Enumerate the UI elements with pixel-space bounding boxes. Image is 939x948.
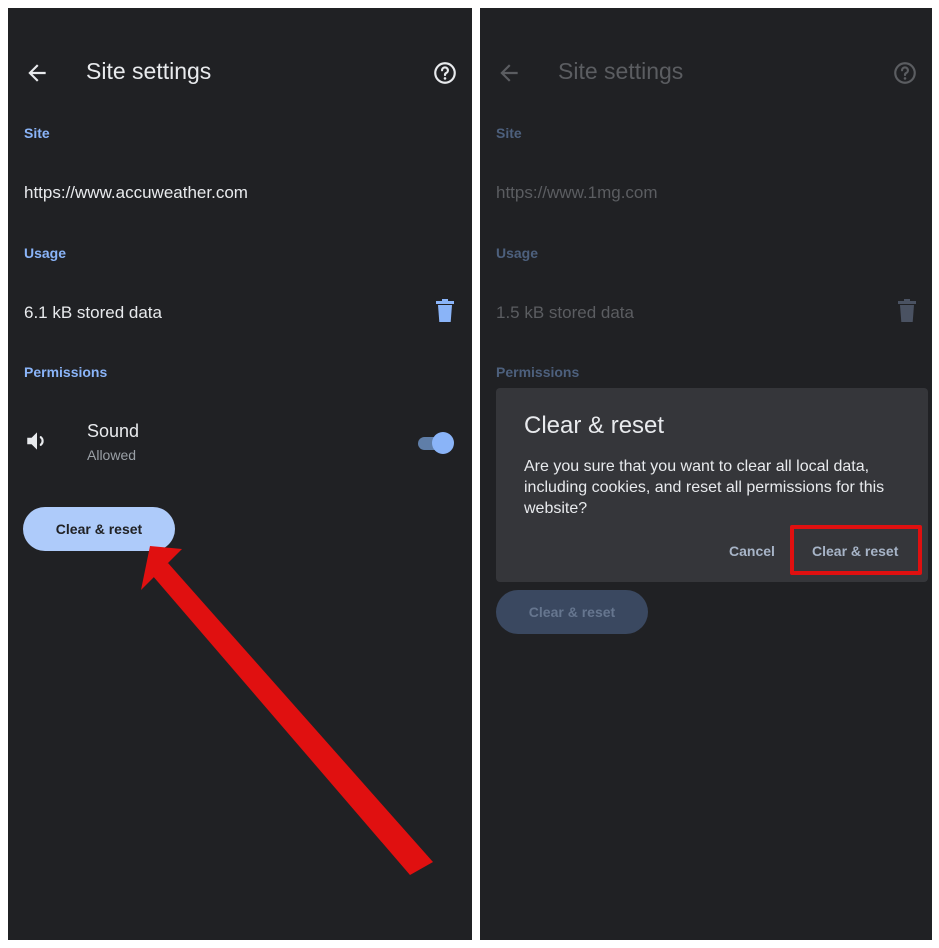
dialog-title: Clear & reset — [524, 412, 665, 439]
page-title: Site settings — [558, 58, 684, 84]
sound-toggle[interactable] — [416, 432, 454, 454]
permissions-section-label: Permissions — [496, 364, 580, 380]
toggle-thumb — [432, 432, 454, 454]
page-title: Site settings — [86, 58, 212, 84]
back-arrow-icon[interactable] — [496, 60, 522, 86]
trash-icon[interactable] — [897, 299, 917, 323]
speaker-icon — [27, 432, 44, 450]
sound-permission-title: Sound — [87, 421, 140, 441]
help-circle-icon[interactable] — [892, 60, 918, 86]
app-bar: Site settings — [8, 48, 472, 98]
usage-section-label: Usage — [24, 245, 67, 261]
sound-permission-status: Allowed — [87, 447, 137, 463]
site-section-label: Site — [24, 125, 50, 141]
trash-icon[interactable] — [435, 299, 455, 323]
permissions-section-label: Permissions — [24, 364, 108, 380]
site-section-label: Site — [496, 125, 522, 141]
stored-data-text: 6.1 kB stored data — [24, 303, 162, 322]
usage-section-label: Usage — [496, 245, 539, 261]
highlight-box — [790, 525, 922, 575]
app-bar: Site settings — [480, 48, 932, 98]
clear-reset-dialog: Clear & reset Are you sure that you want… — [496, 388, 928, 582]
stored-data-text: 1.5 kB stored data — [496, 303, 634, 322]
site-settings-screen: Site settings Site https://www.accuweath… — [8, 8, 472, 940]
dialog-message: Are you sure that you want to clear all … — [524, 458, 885, 517]
help-circle-icon[interactable] — [432, 60, 458, 86]
back-arrow-icon[interactable] — [24, 60, 50, 86]
clear-reset-button[interactable]: Clear & reset — [496, 590, 648, 634]
dialog-cancel-button[interactable]: Cancel — [729, 543, 775, 559]
site-url: https://www.1mg.com — [496, 183, 658, 202]
clear-reset-button[interactable]: Clear & reset — [23, 507, 175, 551]
site-url: https://www.accuweather.com — [24, 183, 248, 202]
site-settings-screen-with-dialog: Site settings Site https://www.1mg.com U… — [480, 8, 932, 940]
